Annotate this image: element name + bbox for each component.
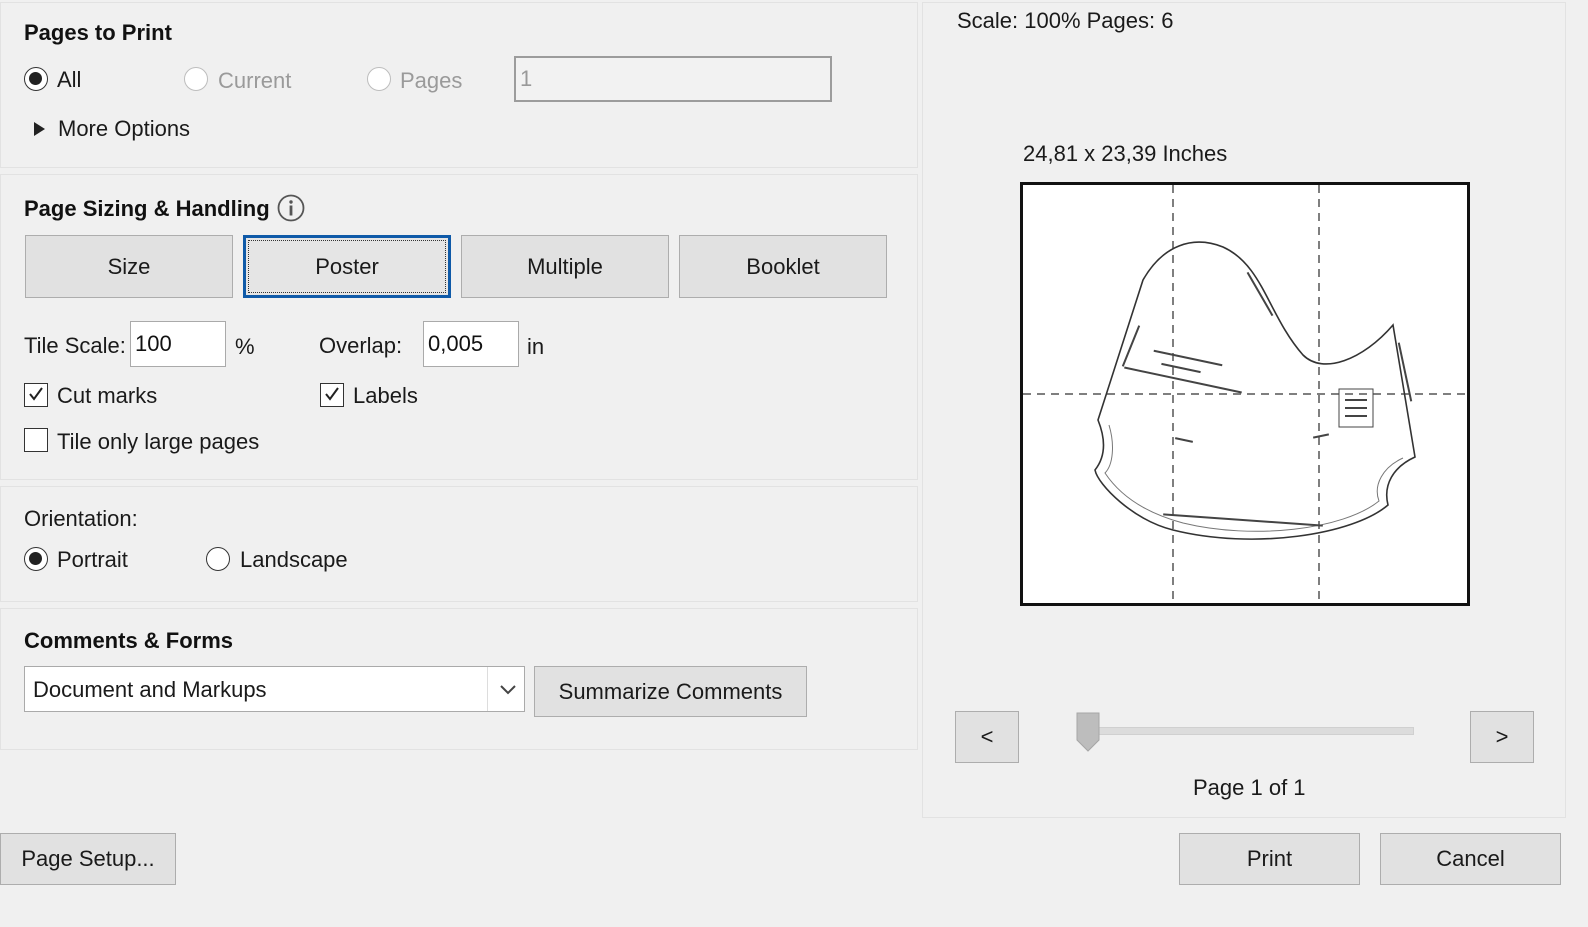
- triangle-right-icon: [34, 122, 45, 136]
- summarize-comments-button[interactable]: Summarize Comments: [534, 666, 807, 717]
- cut-marks-checkbox[interactable]: [24, 383, 48, 407]
- radio-pages-label: Pages: [400, 68, 463, 93]
- radio-landscape[interactable]: [206, 547, 230, 571]
- tab-booklet[interactable]: Booklet: [679, 235, 887, 298]
- page-setup-label: Page Setup...: [21, 846, 155, 871]
- next-page-button[interactable]: >: [1470, 711, 1534, 763]
- labels-label: Labels: [353, 383, 418, 408]
- slider-thumb[interactable]: [1076, 712, 1100, 752]
- tile-large-label: Tile only large pages: [57, 429, 260, 454]
- radio-pages[interactable]: [367, 67, 391, 91]
- prev-page-label: <: [980, 724, 994, 749]
- orientation-panel: [0, 486, 918, 602]
- radio-all-label: All: [57, 67, 82, 92]
- tab-poster[interactable]: Poster: [243, 235, 451, 298]
- summarize-comments-label: Summarize Comments: [558, 678, 783, 704]
- slider-track: [1088, 727, 1414, 735]
- more-options-toggle[interactable]: More Options: [34, 114, 190, 144]
- tab-multiple-label: Multiple: [527, 253, 603, 279]
- tab-booklet-label: Booklet: [746, 253, 820, 279]
- tab-size[interactable]: Size: [25, 235, 233, 298]
- labels-checkbox[interactable]: [320, 383, 344, 407]
- info-icon[interactable]: [277, 194, 305, 222]
- pattern-drawing: [1023, 185, 1467, 603]
- checkmark-icon: [325, 387, 339, 401]
- comments-select-value: Document and Markups: [33, 677, 267, 702]
- comments-select[interactable]: Document and Markups: [24, 666, 525, 712]
- overlap-unit: in: [527, 334, 545, 359]
- page-info: Page 1 of 1: [1193, 775, 1306, 800]
- page-setup-button[interactable]: Page Setup...: [0, 833, 176, 885]
- print-label: Print: [1246, 846, 1293, 871]
- tab-poster-label: Poster: [315, 253, 379, 279]
- tab-size-label: Size: [107, 253, 151, 279]
- pages-to-print-heading: Pages to Print: [24, 20, 172, 45]
- overlap-input[interactable]: [423, 321, 519, 367]
- pages-range-input[interactable]: [514, 56, 832, 102]
- cancel-button[interactable]: Cancel: [1380, 833, 1561, 885]
- tile-scale-label: Tile Scale:: [24, 333, 126, 358]
- prev-page-button[interactable]: <: [955, 711, 1019, 763]
- tile-scale-input[interactable]: [130, 321, 226, 367]
- next-page-label: >: [1495, 724, 1509, 749]
- comments-heading: Comments & Forms: [24, 628, 234, 653]
- cancel-label: Cancel: [1436, 846, 1505, 871]
- page-preview: [1020, 182, 1470, 606]
- tab-multiple[interactable]: Multiple: [461, 235, 669, 298]
- radio-all[interactable]: [24, 67, 48, 91]
- overlap-label: Overlap:: [319, 333, 403, 358]
- orientation-heading: Orientation:: [24, 506, 138, 531]
- checkmark-icon: [29, 387, 43, 401]
- scale-pages-info: Scale: 100% Pages: 6: [957, 8, 1174, 33]
- cut-marks-label: Cut marks: [57, 383, 158, 408]
- radio-current[interactable]: [184, 67, 208, 91]
- page-slider[interactable]: [1076, 712, 1414, 752]
- tile-large-checkbox[interactable]: [24, 428, 48, 452]
- radio-current-label: Current: [218, 68, 292, 93]
- page-dimensions: 24,81 x 23,39 Inches: [1023, 141, 1228, 166]
- chevron-down-icon: [500, 685, 516, 695]
- more-options-label: More Options: [58, 116, 191, 141]
- radio-portrait[interactable]: [24, 547, 48, 571]
- radio-landscape-label: Landscape: [240, 547, 348, 572]
- radio-portrait-label: Portrait: [57, 547, 128, 572]
- print-button[interactable]: Print: [1179, 833, 1360, 885]
- page-sizing-heading: Page Sizing & Handling: [24, 196, 270, 221]
- select-divider: [487, 667, 488, 711]
- tile-scale-unit: %: [235, 334, 255, 359]
